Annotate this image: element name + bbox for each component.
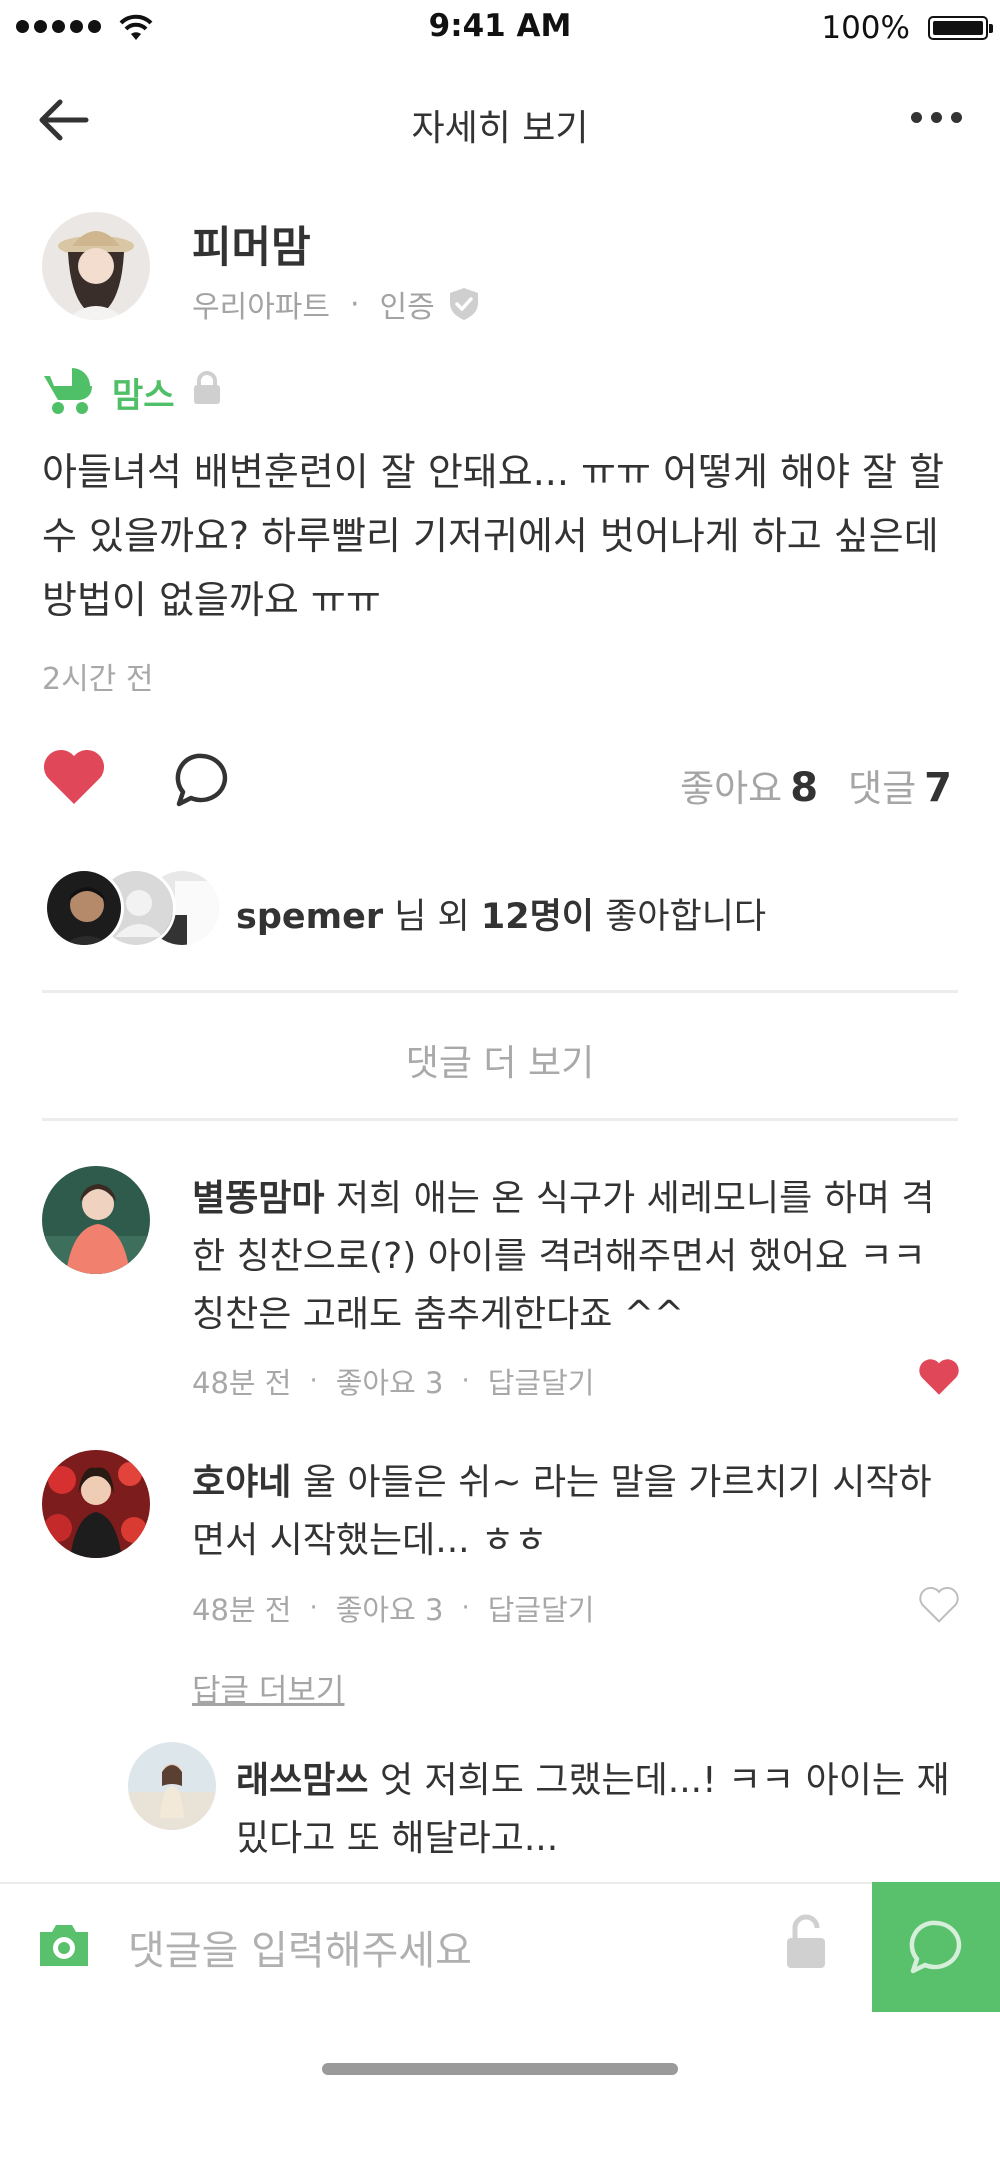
comment-time: 48분 전 [192, 1366, 292, 1400]
reply-avatar[interactable] [128, 1742, 216, 1830]
heart-icon[interactable] [918, 1358, 960, 1396]
comment-input[interactable]: 댓글을 입력해주세요 [128, 1918, 472, 1976]
reply-button[interactable]: 답글달기 [488, 1360, 595, 1402]
status-bar: 9:41 AM 100% [0, 0, 1000, 60]
author-meta: 우리아파트 · 인증 [192, 282, 481, 326]
comment-likes: 좋아요 3 [335, 1593, 444, 1627]
comment-author[interactable]: 호야네 [192, 1462, 291, 1503]
comment-author[interactable]: 별똥맘마 [192, 1178, 324, 1219]
verified-label: 인증 [379, 290, 435, 325]
verified-shield-icon [449, 288, 478, 320]
lock-icon [194, 371, 220, 404]
comment-likes: 좋아요 3 [335, 1366, 444, 1400]
likers-summary[interactable]: spemer 님 외 12명이 좋아합니다 [236, 888, 766, 939]
heart-outline-icon[interactable] [918, 1586, 960, 1624]
comment-meta: 48분 전 · 좋아요 3 · 답글달기 [192, 1587, 594, 1629]
comment-avatar[interactable] [42, 1450, 150, 1558]
comment-icon[interactable] [173, 752, 231, 808]
apartment-name: 우리아파트 [192, 290, 330, 325]
home-indicator [322, 2063, 678, 2075]
comments-count: 7 [924, 765, 952, 811]
unlock-icon[interactable] [785, 1912, 827, 1970]
author-avatar[interactable] [42, 212, 150, 320]
reply-author[interactable]: 래쓰맘쓰 [236, 1760, 368, 1801]
comments-label: 댓글 [848, 767, 917, 810]
likers-middle: 님 외 [383, 897, 481, 937]
likes-count: 8 [790, 765, 819, 811]
battery-percent: 100% [821, 10, 910, 46]
reply-button[interactable]: 답글달기 [488, 1587, 595, 1629]
more-comments-button[interactable]: 댓글 더 보기 [0, 1034, 1000, 1086]
send-button[interactable] [872, 1882, 1000, 2012]
likers-count: 12명이 [480, 897, 594, 937]
likers-suffix: 좋아합니다 [593, 897, 767, 937]
liker-avatar[interactable] [44, 868, 124, 948]
post-stats: 좋아요 8 댓글 7 [680, 758, 952, 812]
reply-text: 래쓰맘쓰 엇 저희도 그랬는데...! ㅋㅋ 아이는 재밌다고 또 해달라고..… [236, 1760, 950, 1859]
stroller-icon [44, 368, 92, 414]
post-body: 아들녀석 배변훈련이 잘 안돼요... ㅠㅠ 어떻게 해야 잘 할 수 있을까요… [42, 450, 944, 622]
comment-text: 호야네 울 아들은 쉬~ 라는 말을 가르치기 시작하면서 시작했는데... ㅎ… [192, 1462, 932, 1561]
comment-time: 48분 전 [192, 1593, 292, 1627]
camera-icon[interactable] [36, 1920, 92, 1970]
comment-text: 별똥맘마 저희 애는 온 식구가 세레모니를 하며 격한 칭찬으로(?) 아이를… [192, 1178, 935, 1335]
category-label[interactable]: 맘스 [112, 368, 175, 417]
more-icon[interactable] [911, 112, 962, 123]
battery-icon [928, 16, 993, 40]
liker-name[interactable]: spemer [236, 897, 383, 937]
author-name[interactable]: 피머맘 [192, 213, 311, 275]
post-time: 2시간 전 [42, 662, 154, 697]
comment-meta: 48분 전 · 좋아요 3 · 답글달기 [192, 1360, 594, 1402]
page-title: 자세히 보기 [411, 108, 589, 149]
likes-label: 좋아요 [680, 767, 783, 810]
comment-avatar[interactable] [42, 1166, 150, 1274]
divider [42, 990, 958, 993]
heart-icon[interactable] [42, 748, 106, 806]
meta-separator: · [350, 286, 360, 322]
send-icon [909, 1920, 962, 1974]
replies-more-button[interactable]: 답글 더보기 [192, 1665, 344, 1710]
divider [42, 1118, 958, 1121]
